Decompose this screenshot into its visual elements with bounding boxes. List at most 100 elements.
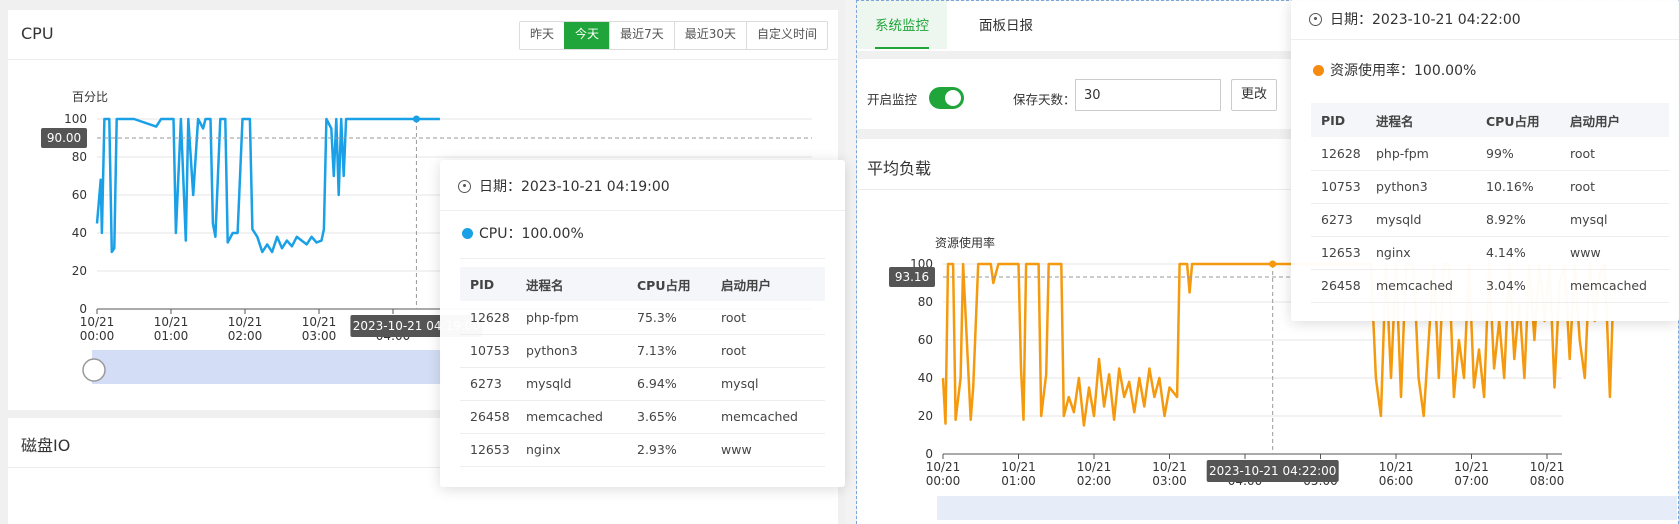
user-cell: memcached <box>1560 269 1669 303</box>
x-tick-label: 00:00 <box>926 474 961 488</box>
y-axis-name: 资源使用率 <box>935 235 995 250</box>
cpu-tooltip-separator <box>440 210 845 211</box>
screen: CPU 昨天 今天 最近7天 最近30天 自定义时间 百分比 0 20 40 60 80 1… <box>0 0 1679 524</box>
user-cell: root <box>711 301 825 335</box>
column-header: CPU占用 <box>1476 103 1560 137</box>
x-tick-label: 01:00 <box>1001 474 1036 488</box>
x-tick-label: 10/21 <box>302 315 337 329</box>
cpu-usage-cell: 6.94% <box>627 367 711 401</box>
table-row: 12628 php-fpm 75.3% root <box>460 301 825 335</box>
column-header: CPU占用 <box>627 267 711 301</box>
table-header-row: PID 进程名 CPU占用 启动用户 <box>1311 103 1669 137</box>
y-tick-label: 60 <box>72 188 87 202</box>
y-tick-label: 0 <box>925 447 933 461</box>
y-tick-label: 60 <box>918 333 933 347</box>
cpu-tooltip-series: CPU：100.00% <box>462 223 584 243</box>
column-header: 进程名 <box>516 267 627 301</box>
x-tick-label: 08:00 <box>1530 474 1565 488</box>
x-tick-label: 02:00 <box>1077 474 1112 488</box>
marker-label: 93.16 <box>895 270 929 284</box>
cpu-usage-cell: 3.04% <box>1476 269 1560 303</box>
table-row: 10753 python3 10.16% root <box>1311 170 1669 204</box>
cpu-usage-cell: 99% <box>1476 137 1560 171</box>
right-panel: 系统监控 面板日报 开启监控 保存天数： 更改 平均负载 资源使用率020406… <box>856 0 1679 524</box>
cpu-usage-cell: 4.14% <box>1476 236 1560 270</box>
column-header: PID <box>1311 103 1366 137</box>
table-row: 26458 memcached 3.65% memcached <box>460 400 825 434</box>
pointer-dot <box>412 115 420 123</box>
column-header: 启动用户 <box>711 267 825 301</box>
process-cell: php-fpm <box>1366 137 1476 171</box>
x-tick-label: 10/21 <box>926 460 961 474</box>
x-tick-label: 02:00 <box>228 329 263 343</box>
zoom-slider-window <box>92 350 442 384</box>
series-line <box>95 117 440 254</box>
clock-icon <box>1309 12 1322 26</box>
pid-cell: 12628 <box>460 301 516 335</box>
y-axis-name: 百分比 <box>72 90 108 104</box>
table-row: 6273 mysqld 8.92% mysql <box>1311 203 1669 237</box>
x-tick-label: 00:00 <box>80 329 115 343</box>
user-cell: memcached <box>711 400 825 434</box>
x-tick-label: 10/21 <box>228 315 263 329</box>
pid-cell: 12653 <box>1311 236 1366 270</box>
table-row: 12653 nginx 2.93% www <box>460 433 825 467</box>
y-tick-label: 0 <box>79 302 87 316</box>
x-tick-label: 10/21 <box>1454 460 1489 474</box>
cpu-usage-cell: 3.65% <box>627 400 711 434</box>
user-cell: mysql <box>711 367 825 401</box>
load-tooltip-series: 资源使用率：100.00% <box>1313 60 1476 80</box>
x-tick-label: 03:00 <box>302 329 337 343</box>
load-tooltip-date-text: 日期：2023-10-21 04:22:00 <box>1330 12 1521 28</box>
process-cell: python3 <box>1366 170 1476 204</box>
x-tick-label: 03:00 <box>1152 474 1187 488</box>
user-cell: mysql <box>1560 203 1669 237</box>
left-panel: CPU 昨天 今天 最近7天 最近30天 自定义时间 百分比 0 20 40 60 80 1… <box>0 0 845 524</box>
process-cell: nginx <box>1366 236 1476 270</box>
table-row: 6273 mysqld 6.94% mysql <box>460 367 825 401</box>
process-cell: mysqld <box>516 367 627 401</box>
user-cell: www <box>1560 236 1669 270</box>
user-cell: root <box>1560 137 1669 171</box>
x-tick-label: 06:00 <box>1379 474 1414 488</box>
user-cell: root <box>711 334 825 368</box>
column-header: 进程名 <box>1366 103 1476 137</box>
cpu-usage-cell: 10.16% <box>1476 170 1560 204</box>
table-header-row: PID 进程名 CPU占用 启动用户 <box>460 267 825 301</box>
column-header: 启动用户 <box>1560 103 1669 137</box>
cpu-process-table: PID 进程名 CPU占用 启动用户 12628 php-fpm 75.3% r… <box>460 267 825 467</box>
process-cell: python3 <box>516 334 627 368</box>
y-tick-label: 100 <box>64 112 87 126</box>
cpu-usage-cell: 8.92% <box>1476 203 1560 237</box>
disk-io-title: 磁盘IO <box>21 436 71 455</box>
x-tick-label: 10/21 <box>1530 460 1565 474</box>
pid-cell: 10753 <box>1311 170 1366 204</box>
process-cell: memcached <box>1366 269 1476 303</box>
cpu-usage-cell: 2.93% <box>627 433 711 467</box>
table-row: 12653 nginx 4.14% www <box>1311 236 1669 270</box>
zoom-slider-track <box>937 496 1677 520</box>
x-tick-label: 10/21 <box>1077 460 1112 474</box>
x-tick-label: 10/21 <box>154 315 189 329</box>
pid-cell: 10753 <box>460 334 516 368</box>
table-row: 10753 python3 7.13% root <box>460 334 825 368</box>
cpu-tooltip-date-text: 日期：2023-10-21 04:19:00 <box>479 179 670 195</box>
process-cell: php-fpm <box>516 301 627 335</box>
marker-label: 90.00 <box>47 131 81 145</box>
y-tick-label: 20 <box>72 264 87 278</box>
x-tick-label: 07:00 <box>1454 474 1489 488</box>
y-tick-label: 40 <box>918 371 933 385</box>
pointer-dot <box>1269 260 1277 268</box>
load-process-table: PID 进程名 CPU占用 启动用户 12628 php-fpm 99% roo… <box>1311 103 1669 303</box>
zoom-handle-icon <box>82 358 106 382</box>
series-dot-icon <box>1313 64 1324 76</box>
y-tick-label: 40 <box>72 226 87 240</box>
x-tick-label: 01:00 <box>154 329 189 343</box>
cpu-tooltip: 日期：2023-10-21 04:19:00 CPU：100.00% PID 进… <box>440 160 845 487</box>
x-tick-label: 10/21 <box>1001 460 1036 474</box>
cpu-usage-cell: 75.3% <box>627 301 711 335</box>
pid-cell: 6273 <box>1311 203 1366 237</box>
y-tick-label: 20 <box>918 409 933 423</box>
load-tooltip-separator <box>1291 39 1679 40</box>
x-tick-label: 10/21 <box>1379 460 1414 474</box>
